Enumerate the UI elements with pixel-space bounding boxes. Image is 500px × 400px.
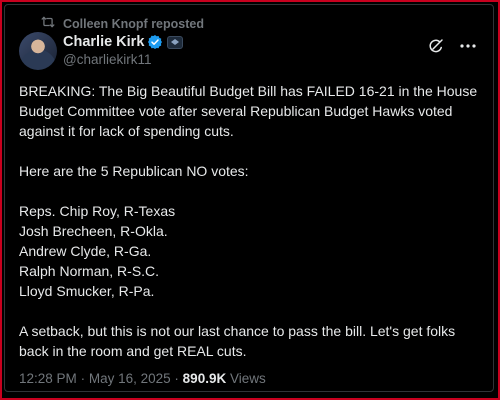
affiliation-badge-icon[interactable]	[167, 35, 184, 49]
repost-indicator[interactable]: Colleen Knopf reposted	[41, 16, 204, 31]
repost-icon	[41, 16, 63, 31]
views-label: Views	[229, 371, 266, 386]
meta-separator: ·	[174, 371, 179, 386]
no-vote-line: Josh Brecheen, R-Okla.	[19, 223, 168, 239]
tweet-paragraph: A setback, but this is not our last chan…	[19, 323, 456, 359]
views-count[interactable]: 890.9K	[183, 371, 227, 386]
no-vote-line: Andrew Clyde, R-Ga.	[19, 243, 152, 259]
tweet-text: BREAKING: The Big Beautiful Budget Bill …	[19, 81, 487, 361]
author-display-name[interactable]: Charlie Kirk	[63, 34, 144, 50]
author-info: Charlie Kirk @charliekirk11	[63, 33, 184, 67]
tweet-paragraph: Here are the 5 Republican NO votes:	[19, 163, 249, 179]
tweet-actions	[427, 37, 477, 55]
no-vote-line: Ralph Norman, R-S.C.	[19, 263, 160, 279]
tweet-time[interactable]: 12:28 PM	[19, 371, 77, 386]
repost-label: Colleen Knopf reposted	[63, 16, 204, 31]
tweet-date[interactable]: May 16, 2025	[89, 371, 171, 386]
no-vote-line: Lloyd Smucker, R-Pa.	[19, 283, 155, 299]
no-vote-line: Reps. Chip Roy, R-Texas	[19, 203, 176, 219]
meta-separator: ·	[80, 371, 86, 386]
more-options-icon[interactable]	[459, 43, 477, 49]
author-handle[interactable]: @charliekirk11	[63, 52, 183, 67]
grok-icon[interactable]	[427, 37, 445, 55]
verified-badge-icon[interactable]	[147, 34, 163, 50]
author-avatar[interactable]	[19, 32, 57, 70]
tweet-card[interactable]: Colleen Knopf reposted Charlie Kirk @cha…	[4, 4, 494, 392]
tweet-paragraph: BREAKING: The Big Beautiful Budget Bill …	[19, 83, 478, 139]
tweet-meta: 12:28 PM · May 16, 2025 · 890.9K Views	[19, 371, 266, 386]
